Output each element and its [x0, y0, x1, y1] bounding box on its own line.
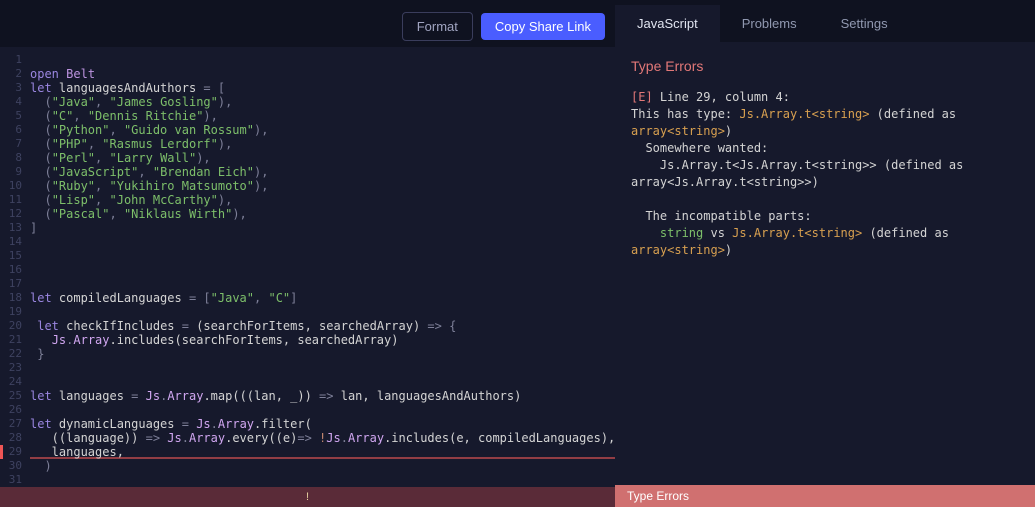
warning-icon: !	[306, 491, 309, 503]
code-editor[interactable]: 1234567891011121314151617181920212223242…	[0, 47, 615, 487]
format-button[interactable]: Format	[402, 12, 473, 41]
editor-toolbar: Format Copy Share Link	[0, 5, 615, 47]
output-pane: JavaScript Problems Settings Type Errors…	[615, 5, 1035, 507]
error-body: [E] Line 29, column 4:This has type: Js.…	[631, 89, 1019, 259]
editor-pane: Format Copy Share Link 12345678910111213…	[0, 5, 615, 507]
tab-settings[interactable]: Settings	[819, 5, 910, 42]
line-gutter: 1234567891011121314151617181920212223242…	[0, 47, 26, 487]
output-content: Type Errors [E] Line 29, column 4:This h…	[615, 42, 1035, 485]
error-title: Type Errors	[631, 58, 1019, 75]
tab-problems[interactable]: Problems	[720, 5, 819, 42]
error-footer[interactable]: Type Errors	[615, 485, 1035, 507]
output-tabs: JavaScript Problems Settings	[615, 5, 1035, 42]
error-line-marker	[0, 445, 3, 459]
code-area[interactable]: open Beltlet languagesAndAuthors = [ ("J…	[26, 47, 615, 487]
copy-share-link-button[interactable]: Copy Share Link	[481, 13, 605, 40]
editor-status-bar: !	[0, 487, 615, 507]
main: Format Copy Share Link 12345678910111213…	[0, 5, 1035, 507]
tab-javascript[interactable]: JavaScript	[615, 5, 720, 42]
